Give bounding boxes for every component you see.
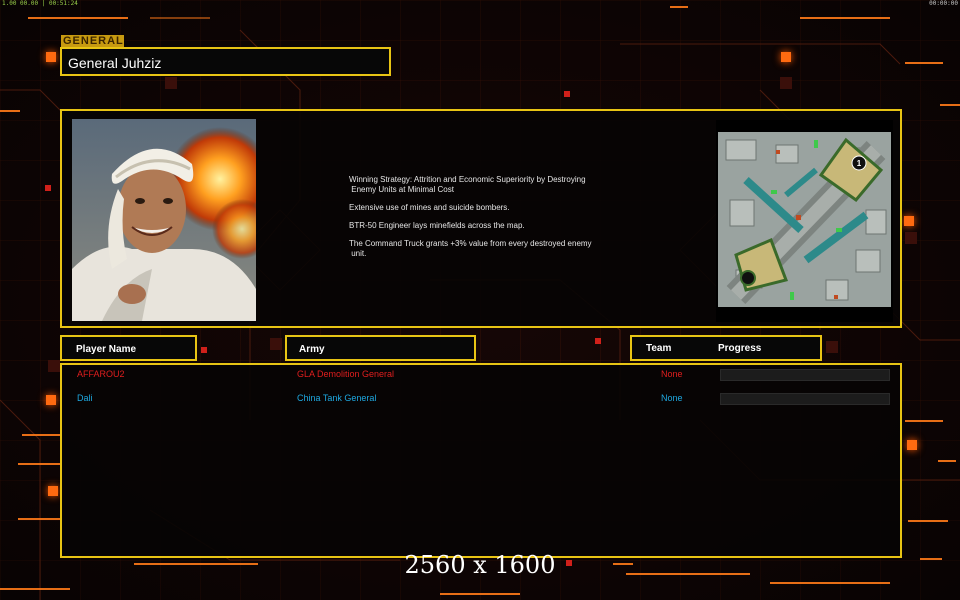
deco-square [48, 486, 58, 496]
general-tag: GENERAL [61, 35, 124, 47]
player-team: None [661, 369, 683, 379]
general-info-panel: Winning Strategy: Attrition and Economic… [60, 109, 902, 328]
player-team: None [661, 393, 683, 403]
deco-square [564, 91, 570, 97]
deco-line [18, 518, 60, 520]
deco-line [0, 588, 70, 590]
deco-square [826, 341, 838, 353]
deco-square [270, 338, 282, 350]
deco-line [22, 434, 60, 436]
general-name-box: General Juhziz [60, 47, 391, 76]
player-army: China Tank General [297, 393, 377, 403]
header-progress-label: Progress [718, 343, 762, 354]
deco-square [780, 77, 792, 89]
deco-line [905, 62, 943, 64]
deco-square [201, 347, 207, 353]
deco-line [800, 17, 890, 19]
header-army-label: Army [299, 344, 325, 355]
deco-square [45, 185, 51, 191]
deco-square [46, 52, 56, 62]
player-progress-bar [720, 393, 890, 405]
deco-square [48, 360, 60, 372]
deco-line [440, 593, 520, 595]
players-panel: AFFAROU2 GLA Demolition General None Dal… [60, 363, 902, 558]
resolution-overlay: 2560 x 1600 [404, 551, 556, 579]
header-team-progress: Team Progress [630, 335, 822, 361]
deco-line [0, 110, 20, 112]
deco-line [18, 463, 60, 465]
header-team-label: Team [646, 343, 672, 354]
deco-square [905, 232, 917, 244]
player-name: Dali [77, 393, 93, 403]
deco-square [907, 440, 917, 450]
player-progress-bar [720, 369, 890, 381]
strategy-line: Extensive use of mines and suicide bombe… [349, 203, 510, 212]
deco-line [670, 6, 688, 8]
strategy-line: The Command Truck grants +3% value from … [349, 239, 592, 258]
player-name: AFFAROU2 [77, 369, 125, 379]
player-army: GLA Demolition General [297, 369, 395, 379]
deco-line [770, 582, 890, 584]
deco-line [150, 17, 210, 19]
header-player-name-label: Player Name [76, 344, 137, 355]
status-right: 00:00:00 [929, 0, 958, 7]
deco-line [938, 460, 956, 462]
strategy-line: BTR-50 Engineer lays minefields across t… [349, 221, 525, 230]
general-portrait [72, 119, 256, 321]
deco-square [46, 395, 56, 405]
strategy-line: Winning Strategy: Attrition and Economic… [349, 175, 586, 194]
map-preview[interactable]: 1 [716, 120, 893, 322]
deco-square [904, 216, 914, 226]
player-row[interactable]: AFFAROU2 GLA Demolition General None [62, 369, 900, 383]
deco-square [781, 52, 791, 62]
deco-square [595, 338, 601, 344]
deco-square [165, 77, 177, 89]
map-start-marker: 1 [857, 159, 862, 168]
header-player-name: Player Name [60, 335, 197, 361]
general-name: General Juhziz [68, 55, 162, 71]
strategy-text: Winning Strategy: Attrition and Economic… [349, 175, 639, 267]
deco-line [905, 420, 943, 422]
player-row[interactable]: Dali China Tank General None [62, 393, 900, 407]
header-army: Army [285, 335, 476, 361]
status-left: 1.00 00.00 | 00:51:24 [2, 0, 78, 7]
deco-line [940, 104, 960, 106]
deco-line [908, 520, 948, 522]
deco-line [28, 17, 128, 19]
